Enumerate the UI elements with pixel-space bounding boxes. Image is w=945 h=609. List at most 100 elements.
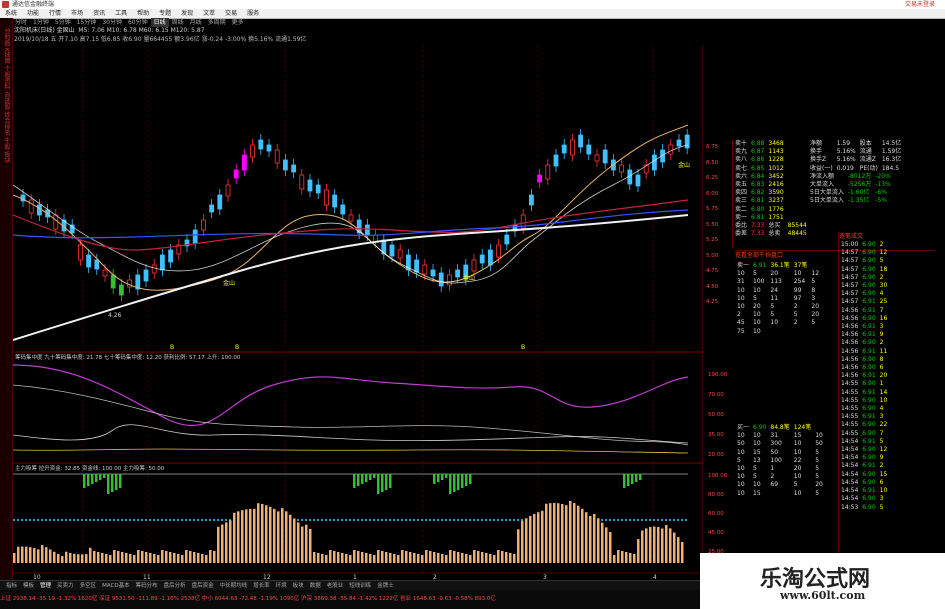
menu-item-trade[interactable]: 交易	[220, 9, 242, 18]
tick-row: 14:57 6.90 5	[841, 257, 884, 265]
menu-item-help[interactable]: 帮助	[132, 9, 154, 18]
tick-list-title: 逐笔成交	[839, 233, 864, 240]
orange-bar	[241, 510, 244, 563]
menu-item-news[interactable]: 资讯	[88, 9, 110, 18]
orange-bar	[201, 554, 204, 563]
candle	[225, 184, 231, 197]
orange-bar	[221, 524, 224, 563]
orange-bar	[293, 518, 296, 563]
tab-intraday[interactable]: 分时	[12, 18, 30, 27]
menu-item-articles[interactable]: 文萃	[198, 9, 220, 18]
orange-bar	[137, 550, 140, 563]
orange-bar	[73, 553, 76, 563]
orange-bar	[645, 528, 648, 563]
orange-bar	[153, 554, 156, 563]
tab-multi[interactable]: 多周期	[205, 18, 229, 27]
menu-item-quotes[interactable]: 行情	[44, 9, 66, 18]
orange-bar	[425, 550, 428, 563]
orange-bar	[533, 513, 536, 563]
price-scale: 6.75 6.50 6.25 6.00 5.75 5.50 5.25 5.00 4.75 4.50…	[706, 140, 734, 310]
orange-bar	[461, 553, 464, 563]
orange-bar	[49, 549, 52, 563]
green-bar	[369, 474, 372, 480]
orange-bar	[457, 552, 460, 563]
orange-bar	[125, 553, 128, 563]
candle	[102, 269, 108, 277]
orange-bar	[197, 553, 200, 563]
orange-bar	[257, 503, 260, 563]
menu-item-service[interactable]: 服务	[242, 9, 264, 18]
order-book-row: 卖一 6.81 1751	[735, 213, 784, 221]
menu-item-system[interactable]: 系统	[0, 9, 22, 18]
menu-item-function[interactable]: 功能	[22, 9, 44, 18]
queue-row: 2 10 5 5 20	[737, 311, 820, 319]
ma-values: M5: 7.06 M10: 6.78 M60: 6.15 M120: 5.87	[78, 27, 205, 34]
candle	[430, 269, 436, 277]
tab-5min[interactable]: 5分钟	[52, 18, 74, 27]
price-tick: 5.00	[706, 252, 719, 259]
tick-row: 14:56 6.90 6	[841, 364, 884, 372]
candle	[110, 274, 116, 289]
orange-bar	[557, 503, 560, 563]
orange-bar	[277, 511, 280, 563]
tab-daily[interactable]: 日线	[150, 18, 169, 27]
orange-bar	[545, 503, 548, 563]
candle	[455, 269, 461, 278]
candle	[504, 234, 510, 245]
menu-item-discover[interactable]: 发现	[176, 9, 198, 18]
orange-bar	[29, 547, 32, 563]
kline-chart[interactable]: 4.26 金山 金山 金山 B B B 筹码集中度 九十筹码集中度: 21.78…	[13, 45, 703, 580]
sell-queue: 卖一 6.91 36.1笔 37笔 10 5 20 10 12 31 100 113 254 5 10 10 2…	[735, 262, 835, 336]
orange-bar	[353, 550, 356, 563]
menu-item-tools[interactable]: 工具	[110, 9, 132, 18]
orange-bar	[149, 553, 152, 563]
candle	[200, 219, 206, 231]
tick-row: 14:56 6.91 9	[841, 331, 884, 339]
orange-bar	[585, 512, 588, 563]
tab-60min[interactable]: 60分钟	[125, 18, 151, 27]
tab-weekly[interactable]: 周线	[169, 18, 187, 27]
candle	[594, 154, 600, 162]
orange-bar	[649, 527, 652, 563]
order-book: 卖十 6.88 3468 卖九 6.87 1143 卖八 6.86 1228 卖七 6.85 1012…	[733, 140, 809, 238]
green-bar	[361, 474, 364, 484]
tab-monthly[interactable]: 月线	[187, 18, 205, 27]
menu-item-topics[interactable]: 专题	[154, 9, 176, 18]
green-bar	[103, 474, 106, 478]
buy-queue: 买一 6.90 84.8笔 124笔 10 10 31 15 10 50 10 300 10 50 10 15…	[735, 424, 835, 498]
green-bar	[385, 474, 388, 490]
green-bar	[381, 474, 384, 492]
orange-bar	[41, 545, 44, 563]
tick-row: 14:57 6.90 4	[841, 290, 884, 298]
tick-row: 14:57 6.91 25	[841, 298, 888, 306]
login-status[interactable]: 交易未登录	[905, 0, 935, 9]
tick-row: 14:53 6.90 5	[841, 503, 884, 511]
orange-bar	[289, 514, 292, 563]
tick-row: 14:55 6.90 1	[841, 380, 884, 388]
tab-more[interactable]: 更多	[229, 18, 247, 27]
orange-bar	[481, 552, 484, 563]
candle	[266, 144, 272, 152]
chart-title: 沈阳机床(日线) 金固山 M5: 7.06 M10: 6.78 M60: 6.1…	[14, 27, 205, 34]
orange-bar	[45, 547, 48, 563]
tab-1min[interactable]: 1分钟	[30, 18, 52, 27]
left-bar-label[interactable]: 分时图 K线图 个股资料 自选股 综合排名 牛股 板块	[2, 28, 11, 163]
green-bar	[453, 474, 456, 492]
orange-bar	[445, 555, 448, 563]
candle	[315, 184, 321, 194]
menu-item-market[interactable]: 市场	[66, 9, 88, 18]
tab-15min[interactable]: 15分钟	[74, 18, 100, 27]
candle	[676, 139, 682, 147]
green-bar	[115, 474, 118, 490]
orange-bar	[673, 532, 676, 563]
green-bar	[631, 474, 634, 484]
tick-list-panel[interactable]: 逐笔成交 15:00 6.90 2 14:57 6.90 12 14:57 6.90 5 14:5…	[838, 232, 945, 580]
orange-bar	[357, 551, 360, 563]
candle	[602, 149, 608, 164]
orange-bar	[37, 549, 40, 563]
green-bar	[449, 474, 452, 494]
orange-bar	[305, 524, 308, 563]
orange-bar	[621, 551, 624, 563]
orange-bar	[365, 553, 368, 563]
tab-30min[interactable]: 30分钟	[99, 18, 125, 27]
